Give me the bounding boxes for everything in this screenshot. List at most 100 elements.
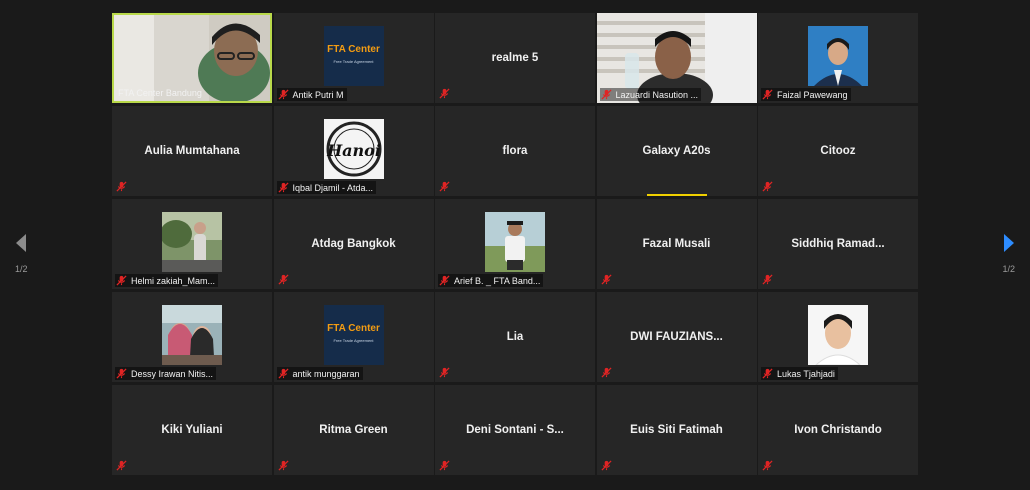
participant-name-label: antik munggaran [276, 367, 363, 380]
participant-photo [808, 26, 868, 86]
muted-mic-icon [439, 367, 450, 378]
muted-mic-icon [116, 275, 127, 286]
participant-tile[interactable]: Atdag Bangkok [273, 199, 434, 289]
participant-name: FTA Center Bandung [118, 88, 202, 98]
muted-mic-icon [277, 182, 289, 193]
participant-display-name: Lia [506, 331, 524, 343]
next-page-arrow-icon[interactable] [1002, 233, 1016, 253]
participant-tile[interactable]: Helmi zakiah_Mam... [112, 199, 272, 289]
participant-tile[interactable]: flora [435, 106, 595, 196]
participant-display-name: Fazal Musali [642, 238, 711, 250]
participant-photo [162, 212, 222, 272]
page-indicator-left: 1/2 [15, 264, 28, 274]
participant-display-name: Euis Siti Fatimah [630, 424, 723, 436]
participant-tile[interactable]: Kiki Yuliani [112, 385, 272, 475]
participant-name: Antik Putri M [292, 89, 344, 100]
participant-name-label: Antik Putri M [276, 88, 347, 101]
participant-name: Iqbal Djamil - Atda... [292, 182, 374, 193]
participant-name: Dessy Irawan Nitis... [131, 368, 214, 379]
participant-display-name: Kiki Yuliani [161, 424, 223, 436]
participant-tile[interactable]: FTA Center Free Trade Agreement Antik Pu… [273, 13, 434, 103]
participant-name: antik munggaran [292, 368, 360, 379]
participant-tile[interactable]: Lazuardi Nasution ... [596, 13, 757, 103]
participant-tile[interactable]: FTA Center Free Trade Agreement antik mu… [273, 292, 434, 382]
participant-name-label: Helmi zakiah_Mam... [115, 274, 219, 287]
participant-name: Arief B. _ FTA Band... [454, 275, 541, 286]
participant-tile[interactable]: FTA Center Bandung [112, 13, 272, 103]
participant-tile[interactable]: Galaxy A20s [596, 106, 757, 196]
participant-tile[interactable]: Euis Siti Fatimah [596, 385, 757, 475]
participant-display-name: flora [502, 145, 528, 157]
participant-tile[interactable]: Arief B. _ FTA Band... [435, 199, 595, 289]
fta-logo-title: FTA Center [327, 44, 380, 55]
participant-tile[interactable]: Dessy Irawan Nitis... [112, 292, 272, 382]
participant-tile[interactable]: Faizal Pawewang [758, 13, 918, 103]
participant-photo [162, 305, 222, 365]
participant-display-name: Ritma Green [319, 424, 388, 436]
muted-mic-icon [439, 460, 450, 471]
participant-display-name: Aulia Mumtahana [144, 145, 240, 157]
muted-mic-icon [600, 89, 612, 100]
muted-mic-icon [116, 460, 127, 471]
participant-tile[interactable]: Lia [435, 292, 595, 382]
participant-display-name: Ivon Christando [794, 424, 882, 436]
participant-name-label: Lazuardi Nasution ... [599, 88, 702, 101]
participant-tile[interactable]: Ritma Green [273, 385, 434, 475]
muted-mic-icon [600, 460, 612, 471]
participant-name-label: Faizal Pawewang [761, 88, 851, 101]
participant-tile[interactable]: Fazal Musali [596, 199, 757, 289]
muted-mic-icon [116, 368, 127, 379]
muted-mic-icon [600, 367, 612, 378]
muted-mic-icon [277, 368, 289, 379]
active-speaker-indicator [646, 194, 707, 196]
participant-tile[interactable]: Siddhiq Ramad... [758, 199, 918, 289]
muted-mic-icon [277, 89, 289, 100]
fta-center-logo: FTA Center Free Trade Agreement [323, 26, 384, 86]
participant-tile[interactable]: Deni Sontani - S... [435, 385, 595, 475]
participant-display-name: Siddhiq Ramad... [791, 238, 885, 250]
muted-mic-icon [600, 274, 612, 285]
muted-mic-icon [439, 88, 450, 99]
participant-name: Helmi zakiah_Mam... [131, 275, 216, 286]
fta-center-logo: FTA Center Free Trade Agreement [323, 305, 384, 365]
participant-display-name: DWI FAUZIANS... [630, 331, 723, 343]
fta-logo-subtitle: Free Trade Agreement [333, 59, 374, 64]
participant-name: Faizal Pawewang [777, 89, 848, 100]
participant-display-name: Galaxy A20s [642, 145, 711, 157]
participant-display-name: realme 5 [491, 52, 539, 64]
muted-mic-icon [762, 274, 773, 285]
muted-mic-icon [277, 460, 289, 471]
muted-mic-icon [762, 460, 773, 471]
participant-tile[interactable]: realme 5 [435, 13, 595, 103]
video-grid: FTA Center Bandung FTA Center Free Trade… [112, 13, 918, 475]
participant-tile[interactable]: Citooz [758, 106, 918, 196]
participant-name: Lazuardi Nasution ... [615, 89, 699, 100]
muted-mic-icon [762, 368, 773, 379]
previous-page-arrow-icon[interactable] [14, 233, 28, 253]
participant-tile[interactable]: Ivon Christando [758, 385, 918, 475]
participant-photo [808, 305, 868, 365]
fta-logo-subtitle: Free Trade Agreement [333, 338, 374, 343]
participant-name: Lukas Tjahjadi [777, 368, 835, 379]
hanoi-logo-text: Hanoi [326, 141, 381, 160]
muted-mic-icon [439, 181, 450, 192]
muted-mic-icon [439, 275, 450, 286]
participant-name-label: Arief B. _ FTA Band... [438, 274, 544, 287]
muted-mic-icon [116, 181, 127, 192]
participant-name-label: Dessy Irawan Nitis... [115, 367, 217, 380]
participant-name-label: FTA Center Bandung [117, 87, 205, 99]
participant-name-label: Iqbal Djamil - Atda... [276, 181, 377, 194]
participant-display-name: Deni Sontani - S... [466, 424, 564, 436]
participant-tile[interactable]: Hanoi Iqbal Djamil - Atda... [273, 106, 434, 196]
muted-mic-icon [762, 89, 773, 100]
participant-tile[interactable]: DWI FAUZIANS... [596, 292, 757, 382]
participant-tile[interactable]: Lukas Tjahjadi [758, 292, 918, 382]
fta-logo-title: FTA Center [327, 323, 380, 334]
participant-display-name: Citooz [820, 145, 856, 157]
page-indicator-right: 1/2 [1002, 264, 1015, 274]
muted-mic-icon [762, 181, 773, 192]
participant-name-label: Lukas Tjahjadi [761, 367, 838, 380]
participant-tile[interactable]: Aulia Mumtahana [112, 106, 272, 196]
participant-display-name: Atdag Bangkok [311, 238, 396, 250]
hanoi-logo: Hanoi [323, 119, 384, 179]
